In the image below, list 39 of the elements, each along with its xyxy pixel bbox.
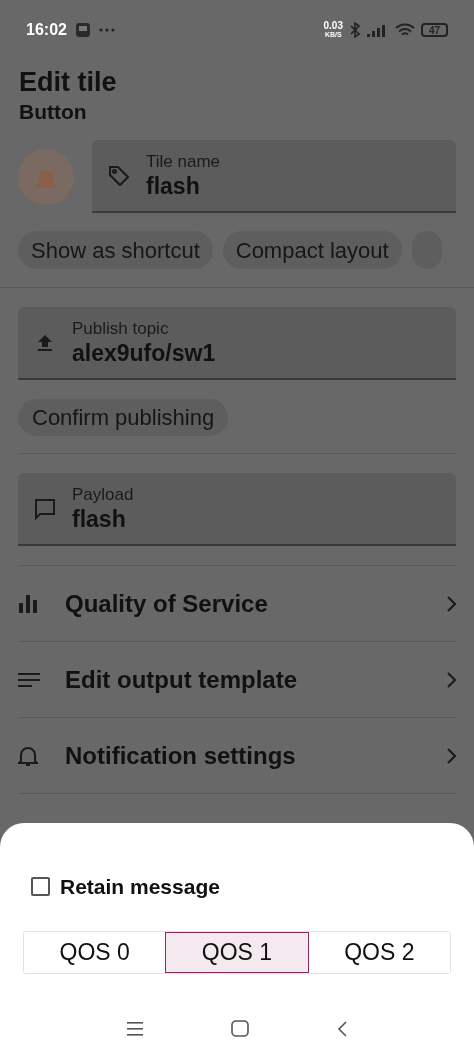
page-subtitle: Button (19, 99, 88, 125)
bluetooth-icon (349, 22, 361, 38)
option-chip[interactable]: Compact layout (222, 231, 402, 269)
tag-icon (107, 163, 131, 188)
bell-icon (18, 744, 38, 767)
settings-menu-item[interactable]: Edit output template (18, 642, 456, 717)
qos-segment[interactable]: QOS 1 (165, 931, 309, 973)
comment-icon (33, 496, 57, 521)
menu-icon[interactable] (127, 1021, 143, 1036)
clock-time: 16:02 (26, 20, 67, 40)
more-icon (98, 28, 115, 32)
tile-name-field[interactable]: Tile name flash (92, 140, 456, 213)
field-label: Tile name (146, 151, 220, 172)
chevron-right-icon (446, 595, 456, 612)
payload-field[interactable]: Payload flash (18, 473, 456, 546)
wifi-icon (395, 22, 415, 38)
option-chip[interactable]: Show as shortcut (18, 231, 213, 269)
checkbox[interactable] (31, 877, 50, 897)
settings-menu-item[interactable]: Notification settings (18, 718, 456, 793)
field-label: Publish topic (72, 318, 170, 339)
bar-chart-icon (18, 594, 38, 613)
field-value: flash (146, 171, 201, 200)
battery-indicator: 47 (421, 23, 448, 37)
settings-menu-item[interactable]: Quality of Service (18, 566, 456, 641)
network-speed: 0.03 (323, 21, 343, 30)
chevron-right-icon (446, 671, 456, 688)
chevron-right-icon (446, 747, 456, 764)
confirm-publishing-chip[interactable]: Confirm publishing (18, 399, 229, 436)
back-icon[interactable] (337, 1020, 347, 1037)
retain-message-checkbox[interactable]: Retain message (31, 871, 220, 903)
field-label: Payload (72, 484, 134, 505)
publish-topic-field[interactable]: Publish topic alex9ufo/sw1 (18, 307, 456, 380)
field-value: flash (72, 504, 127, 533)
upload-icon (37, 333, 53, 352)
lines-icon (18, 672, 40, 687)
field-value: alex9ufo/sw1 (72, 338, 216, 367)
home-icon[interactable] (231, 1020, 249, 1037)
page-title: Edit tile (19, 66, 118, 98)
app-notification-icon (74, 22, 91, 38)
